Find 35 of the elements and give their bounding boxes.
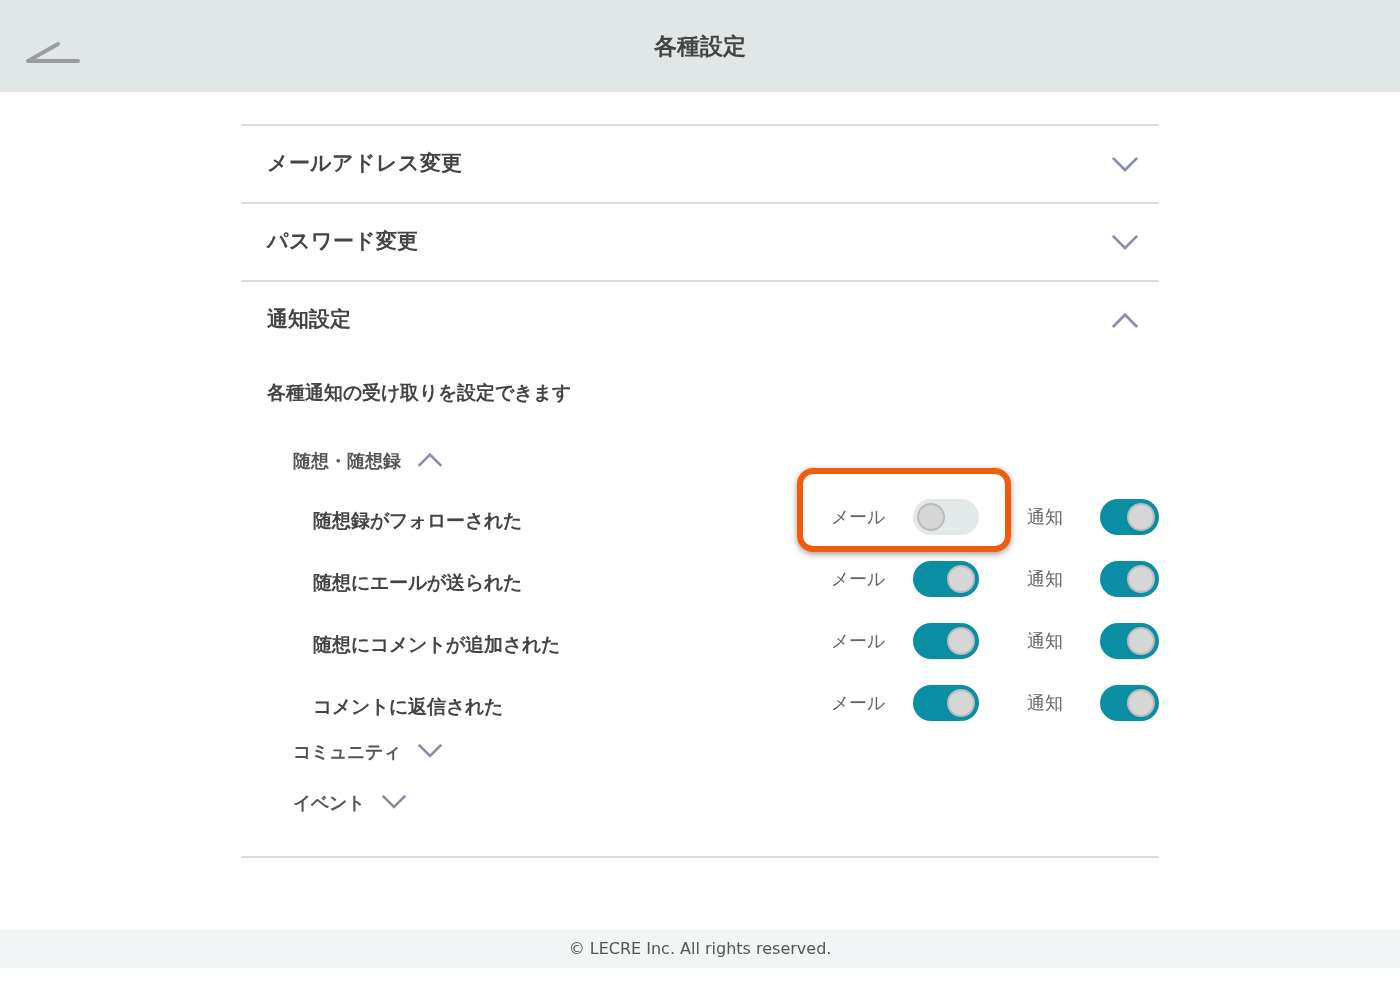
chevron-down-icon (417, 743, 443, 759)
setting-label: 随想録がフォローされた (313, 508, 523, 534)
chevron-down-icon (1111, 155, 1139, 173)
toggle-label: メール (831, 567, 886, 591)
group-toggle[interactable]: 随想・随想録 (293, 446, 443, 474)
chevron-up-icon (417, 452, 443, 468)
toggle-switch[interactable] (913, 498, 979, 535)
toggle-label: 通知 (1027, 567, 1064, 591)
section-header[interactable]: パスワード変更 (241, 204, 1159, 280)
toggle-switch[interactable] (1100, 560, 1159, 597)
group-toggle[interactable]: コミュニティ (293, 737, 443, 765)
section-header[interactable]: メールアドレス変更 (241, 126, 1159, 202)
toggle-switch[interactable] (1100, 498, 1159, 535)
toggle-switch[interactable] (913, 560, 979, 597)
toggle-switch[interactable] (1100, 684, 1159, 721)
section-header[interactable]: 通知設定 (241, 282, 1159, 358)
chevron-down-icon (381, 794, 407, 810)
setting-label: コメントに返信された (313, 694, 504, 720)
toggle-label: 通知 (1027, 505, 1064, 529)
toggle-label: 通知 (1027, 691, 1064, 715)
toggle-label: メール (831, 629, 886, 653)
toggle-label: 通知 (1027, 629, 1064, 653)
toggle-switch[interactable] (913, 684, 979, 721)
group-toggle[interactable]: イベント (293, 788, 407, 816)
chevron-down-icon (1111, 233, 1139, 251)
section-description: 各種通知の受け取りを設定できます (266, 380, 572, 405)
copyright-text: © LECRE Inc. All rights reserved. (568, 938, 832, 960)
toggle-switch[interactable] (913, 622, 979, 659)
chevron-up-icon (1111, 311, 1139, 329)
setting-label: 随想にコメントが追加された (313, 632, 561, 658)
toggle-switch[interactable] (1100, 622, 1159, 659)
toggle-label: メール (831, 505, 886, 529)
setting-label: 随想にエールが送られた (313, 570, 523, 596)
page-title: 各種設定 (654, 31, 746, 61)
toggle-label: メール (831, 691, 886, 715)
